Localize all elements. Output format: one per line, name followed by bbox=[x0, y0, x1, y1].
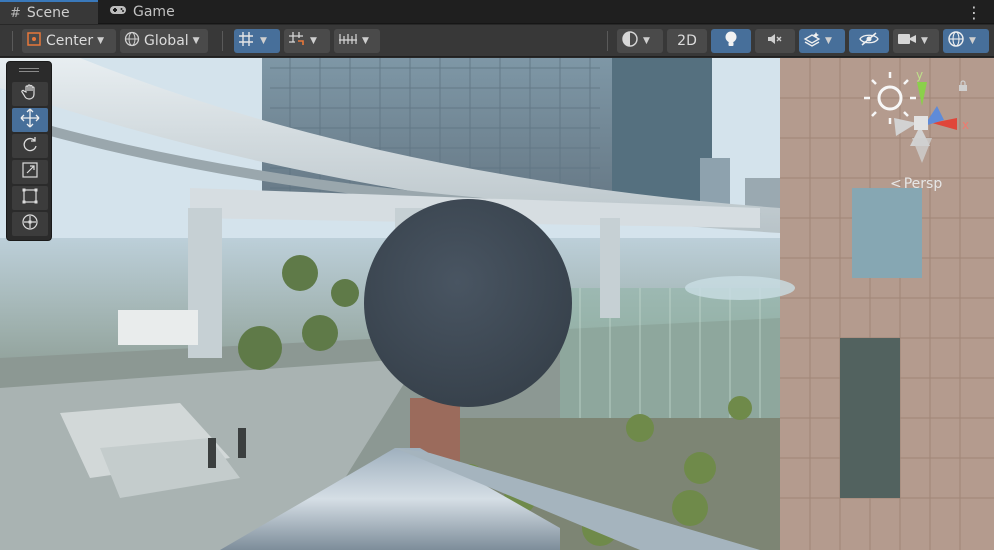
rotate-icon bbox=[21, 135, 39, 157]
pivot-mode-dropdown[interactable]: Center ▼ bbox=[22, 29, 116, 53]
chevron-down-icon: ▼ bbox=[97, 36, 105, 46]
projection-toggle[interactable]: < Persp bbox=[890, 176, 942, 192]
shading-icon bbox=[621, 30, 639, 52]
transform-icon bbox=[20, 212, 40, 236]
y-axis-cone[interactable] bbox=[917, 82, 927, 106]
effects-icon bbox=[803, 31, 821, 51]
chevron-down-icon: ▼ bbox=[310, 36, 317, 46]
chevron-down-icon: ▼ bbox=[362, 36, 369, 46]
increment-snap-toggle[interactable]: ▼ bbox=[284, 29, 330, 53]
mode-2d-label: 2D bbox=[677, 33, 697, 49]
chevron-down-icon: ▼ bbox=[643, 36, 650, 46]
transform-tool[interactable] bbox=[12, 212, 48, 236]
center-cube[interactable] bbox=[914, 116, 928, 130]
drag-handle[interactable] bbox=[19, 68, 39, 72]
sun-icon bbox=[864, 72, 916, 124]
orientation-gizmo[interactable]: y x bbox=[862, 68, 972, 168]
scale-icon bbox=[21, 161, 39, 183]
move-tool[interactable] bbox=[12, 108, 48, 132]
hidden-eye-icon bbox=[859, 32, 879, 50]
grid-snap-icon bbox=[238, 31, 256, 51]
rect-transform-icon bbox=[21, 187, 39, 209]
scene-background bbox=[0, 58, 994, 550]
gizmos-dropdown[interactable]: ▼ bbox=[943, 29, 989, 53]
move-arrows-icon bbox=[20, 108, 40, 132]
y-axis-label: y bbox=[916, 68, 924, 82]
pivot-mode-label: Center bbox=[46, 33, 94, 49]
chevron-down-icon: ▼ bbox=[192, 36, 200, 46]
globe-icon bbox=[124, 31, 140, 51]
lock-icon[interactable] bbox=[958, 80, 968, 95]
draw-mode-dropdown[interactable]: ▼ bbox=[617, 29, 663, 53]
chevron-down-icon: ▼ bbox=[825, 36, 832, 46]
scene-viewport[interactable] bbox=[0, 58, 994, 550]
scene-toolbar: Center ▼ Global ▼ ▼ ▼ ▼ ▼ 2D ▼ ▼ ▼ bbox=[0, 25, 994, 57]
tab-scene[interactable]: # Scene bbox=[0, 0, 98, 24]
scale-tool[interactable] bbox=[12, 160, 48, 184]
mute-icon bbox=[766, 31, 784, 51]
tools-panel bbox=[6, 61, 52, 241]
neg-x-axis-cone[interactable] bbox=[894, 118, 917, 136]
effects-dropdown[interactable]: ▼ bbox=[799, 29, 845, 53]
tab-bar: # Scene Game ⋮ bbox=[0, 0, 994, 24]
lighting-toggle[interactable] bbox=[711, 29, 751, 53]
camera-settings-dropdown[interactable]: ▼ bbox=[893, 29, 939, 53]
lightbulb-icon bbox=[724, 30, 738, 52]
sphere-object[interactable] bbox=[364, 199, 572, 407]
tab-scene-label: Scene bbox=[26, 5, 70, 21]
mode-2d-toggle[interactable]: 2D bbox=[667, 29, 707, 53]
audio-toggle[interactable] bbox=[755, 29, 795, 53]
hand-tool[interactable] bbox=[12, 82, 48, 106]
ruler-icon bbox=[338, 31, 358, 51]
tab-game-label: Game bbox=[133, 4, 175, 20]
toolbar-separator bbox=[222, 31, 223, 51]
camera-icon bbox=[897, 32, 917, 50]
toolbar-separator bbox=[607, 31, 608, 51]
gamepad-icon bbox=[109, 4, 127, 20]
scene-visibility-toggle[interactable] bbox=[849, 29, 889, 53]
more-options-icon[interactable]: ⋮ bbox=[966, 3, 982, 22]
chevron-down-icon: ▼ bbox=[969, 36, 976, 46]
ruler-snap-toggle[interactable]: ▼ bbox=[334, 29, 380, 53]
space-mode-dropdown[interactable]: Global ▼ bbox=[120, 29, 208, 53]
pivot-icon bbox=[26, 31, 42, 51]
tab-game[interactable]: Game bbox=[104, 0, 194, 24]
grid-icon: # bbox=[10, 5, 21, 21]
grid-snap-toggle[interactable]: ▼ bbox=[234, 29, 280, 53]
toolbar-separator bbox=[12, 31, 13, 51]
hand-icon bbox=[21, 83, 39, 105]
projection-label: Persp bbox=[903, 176, 943, 192]
x-axis-label: x bbox=[962, 118, 970, 132]
chevron-down-icon: ▼ bbox=[260, 36, 267, 46]
space-mode-label: Global bbox=[144, 33, 189, 49]
increment-snap-icon bbox=[288, 31, 306, 51]
rect-tool[interactable] bbox=[12, 186, 48, 210]
gizmo-globe-icon bbox=[947, 30, 965, 52]
chevron-down-icon: ▼ bbox=[921, 36, 928, 46]
perspective-icon: < bbox=[890, 176, 902, 192]
rotate-tool[interactable] bbox=[12, 134, 48, 158]
